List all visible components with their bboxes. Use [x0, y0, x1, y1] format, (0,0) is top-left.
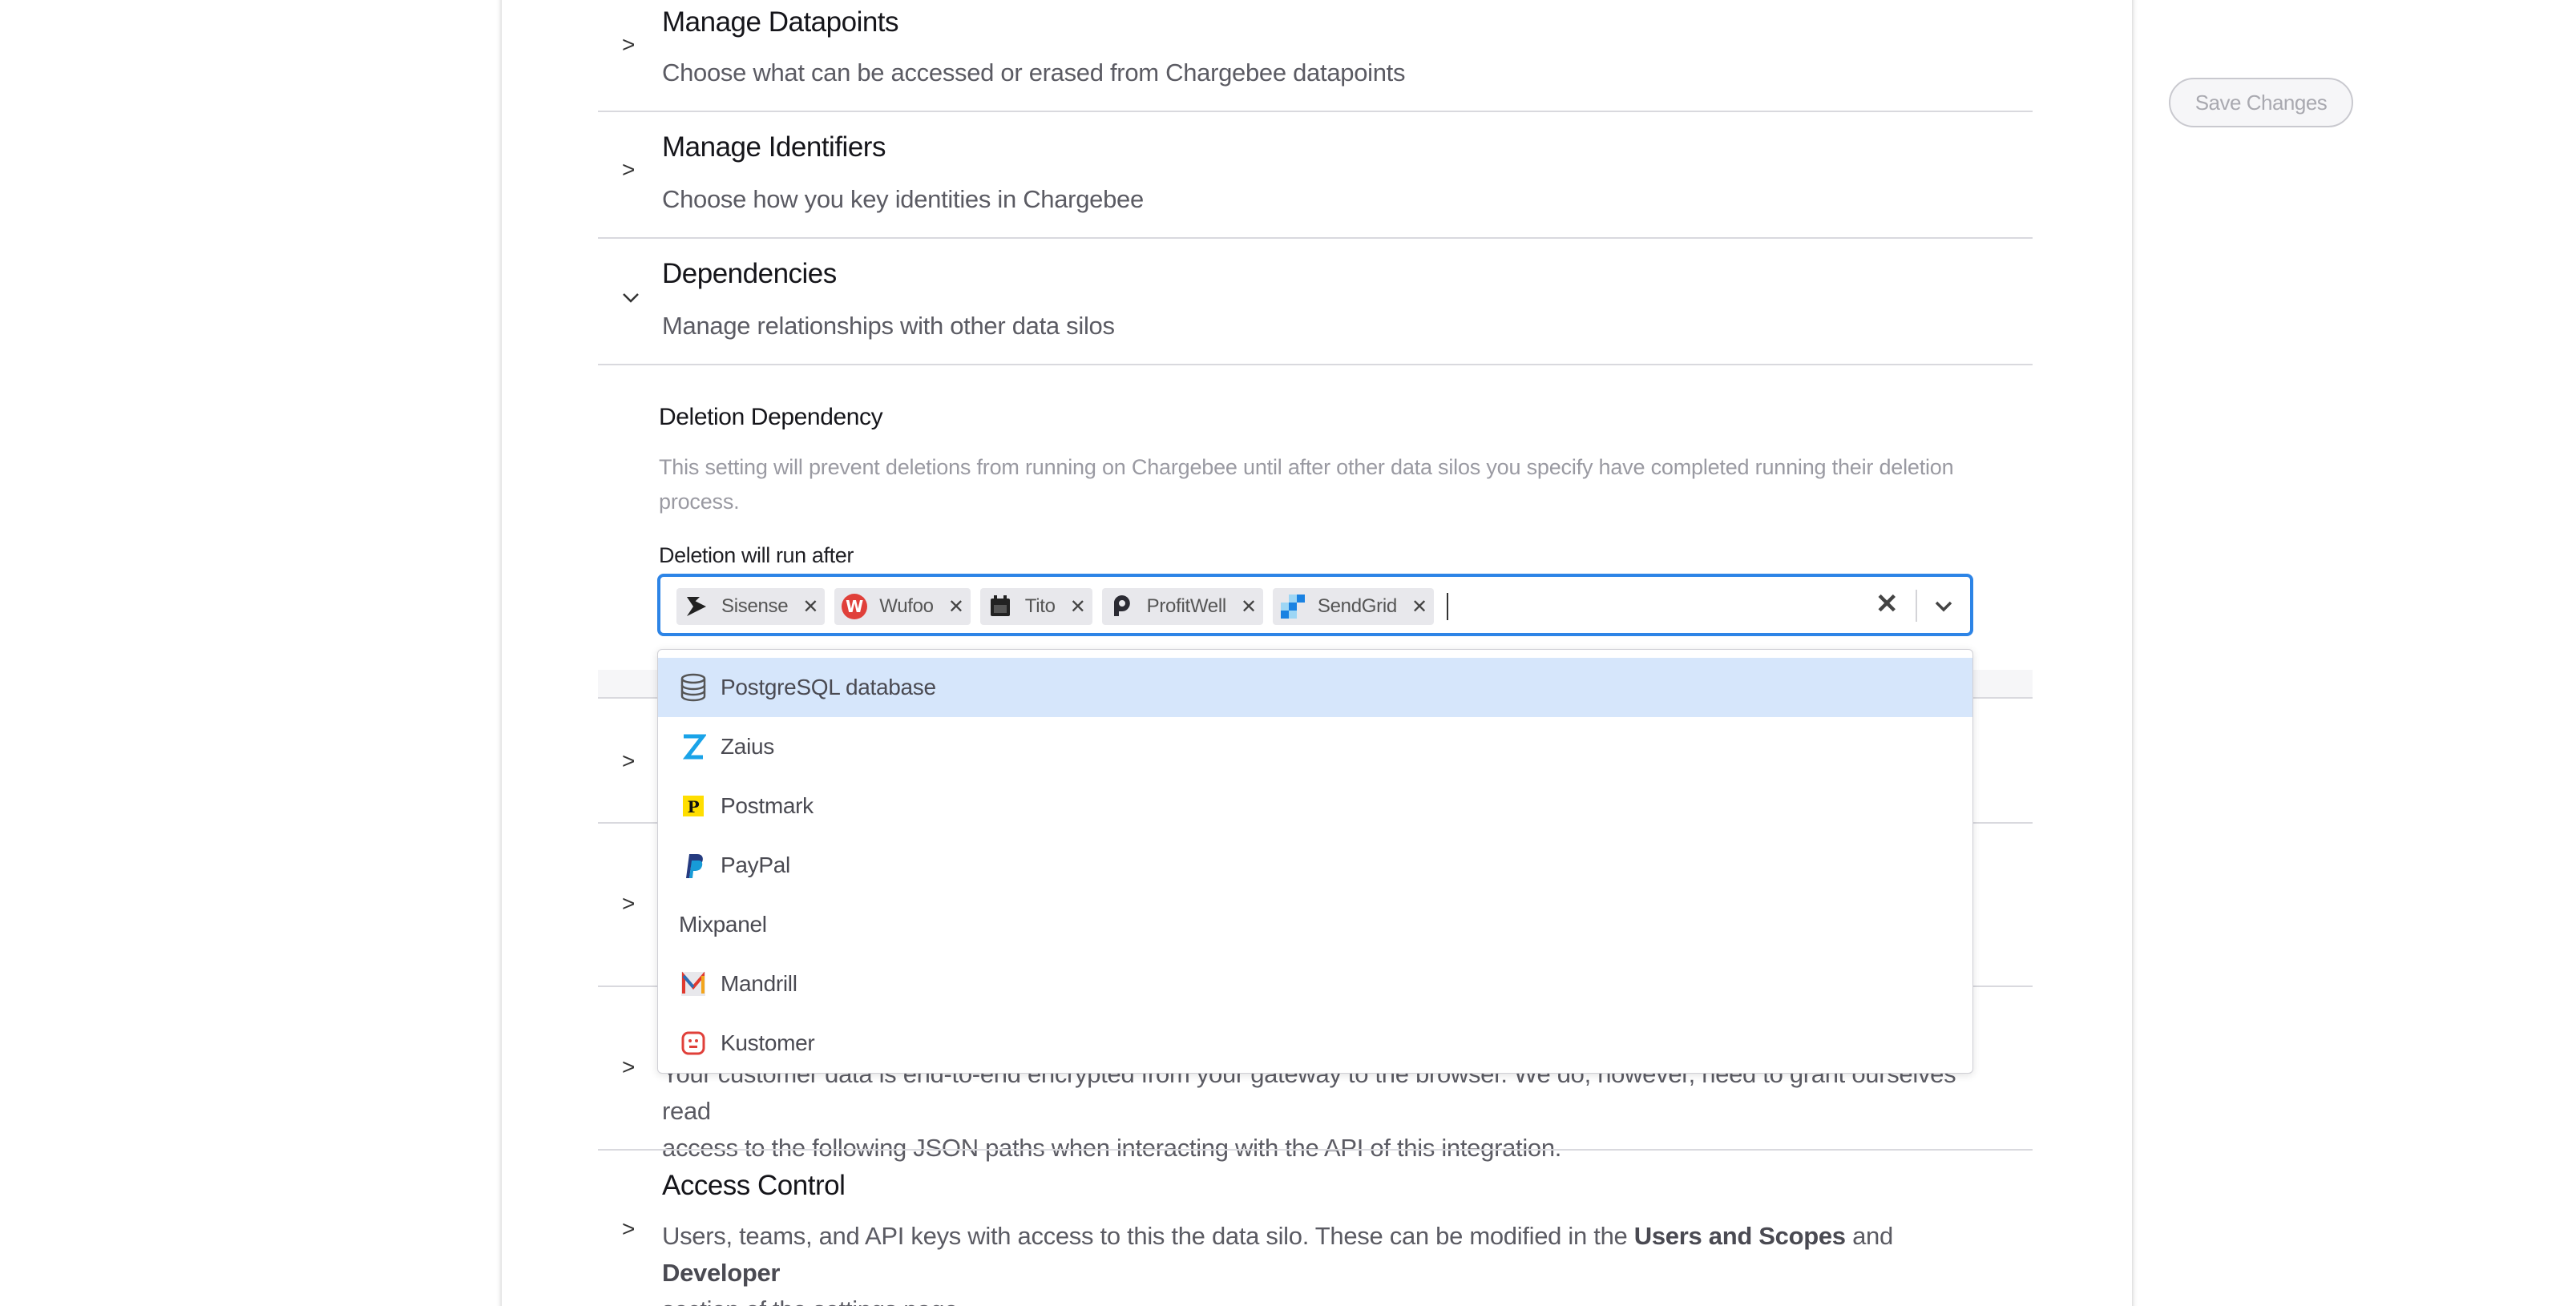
clear-all-icon[interactable]: ✕ [1875, 588, 1899, 620]
option-label: Postmark [721, 793, 814, 818]
deletion-dependency-help: This setting will prevent deletions from… [659, 450, 1973, 519]
option-zaius[interactable]: Zaius [658, 717, 1972, 776]
remove-chip-icon[interactable]: ✕ [802, 595, 818, 619]
remove-chip-icon[interactable]: ✕ [1241, 595, 1257, 619]
section-description: Users, teams, and API keys with access t… [662, 1218, 2009, 1306]
chevron-right-icon: > [622, 1054, 636, 1079]
option-postgresql[interactable]: PostgreSQL database [658, 658, 1972, 717]
deletion-run-after-label: Deletion will run after [659, 543, 854, 567]
section-title: Dependencies [662, 258, 837, 289]
chip-label: Sisense [721, 595, 789, 617]
sendgrid-icon [1279, 593, 1306, 620]
chevron-right-icon: > [622, 1216, 636, 1241]
chip-label: SendGrid [1317, 595, 1397, 617]
dependency-options-menu: PostgreSQL database Zaius P Postmark Pay… [657, 649, 1973, 1074]
deletion-dependency-select[interactable]: Sisense ✕ W Wufoo ✕ Tito ✕ ProfitWell ✕ [657, 574, 1973, 636]
svg-text:P: P [688, 797, 700, 816]
chevron-down-icon [622, 284, 640, 309]
deletion-dependency-title: Deletion Dependency [659, 404, 883, 430]
chip-label: ProfitWell [1146, 595, 1227, 617]
selected-chips: Sisense ✕ W Wufoo ✕ Tito ✕ ProfitWell ✕ [676, 588, 1448, 625]
desc-line: section of the settings page. [662, 1292, 2009, 1306]
option-paypal[interactable]: PayPal [658, 836, 1972, 895]
mandrill-icon [679, 969, 708, 998]
section-description: Choose how you key identities in Chargeb… [662, 185, 1144, 213]
manage-datapoints-section[interactable]: > Manage Datapoints Choose what can be a… [598, 0, 2033, 112]
option-label: Mandrill [721, 971, 797, 996]
chip-wufoo: W Wufoo ✕ [834, 588, 971, 625]
chevron-right-icon: > [622, 748, 636, 773]
tito-icon [987, 593, 1014, 620]
wufoo-icon: W [841, 593, 868, 620]
kustomer-icon [679, 1029, 708, 1058]
option-mandrill[interactable]: Mandrill [658, 954, 1972, 1014]
paypal-icon [679, 851, 708, 880]
text-cursor [1446, 593, 1448, 620]
chip-profitwell: ProfitWell ✕ [1101, 588, 1263, 625]
chevron-right-icon: > [622, 32, 636, 57]
option-label: Kustomer [721, 1030, 815, 1055]
svg-text:W: W [846, 597, 863, 616]
section-title: Access Control [662, 1170, 846, 1201]
remove-chip-icon[interactable]: ✕ [1411, 595, 1427, 619]
chevron-right-icon: > [622, 157, 636, 182]
help-line: process. [659, 490, 740, 514]
help-line: This setting will prevent deletions from… [659, 455, 1954, 479]
divider [598, 364, 2033, 365]
option-mixpanel[interactable]: Mixpanel [658, 895, 1972, 954]
chip-label: Wufoo [879, 595, 934, 617]
dependencies-section[interactable]: Dependencies Manage relationships with o… [598, 239, 2033, 365]
desc-text: and [1845, 1222, 1893, 1250]
option-postmark[interactable]: P Postmark [658, 776, 1972, 836]
chip-tito: Tito ✕ [979, 588, 1092, 625]
option-label: Zaius [721, 734, 774, 759]
chip-sisense: Sisense ✕ [676, 588, 826, 625]
zaius-icon [679, 732, 708, 761]
chip-label: Tito [1024, 595, 1056, 617]
desc-text: Users, teams, and API keys with access t… [662, 1222, 1634, 1250]
manage-identifiers-section[interactable]: > Manage Identifiers Choose how you key … [598, 112, 2033, 239]
section-description: Manage relationships with other data sil… [662, 312, 1115, 340]
remove-chip-icon[interactable]: ✕ [948, 595, 964, 619]
section-title: Manage Datapoints [662, 6, 899, 38]
remove-chip-icon[interactable]: ✕ [1070, 595, 1086, 619]
option-label: PayPal [721, 853, 790, 877]
option-label: Mixpanel [679, 912, 767, 937]
section-title: Manage Identifiers [662, 131, 886, 163]
profitwell-icon [1108, 593, 1136, 620]
section-description: Choose what can be accessed or erased fr… [662, 58, 1406, 87]
option-kustomer[interactable]: Kustomer [658, 1014, 1972, 1073]
postmark-icon: P [679, 792, 708, 820]
developer-link[interactable]: Developer [662, 1259, 781, 1287]
users-and-scopes-link[interactable]: Users and Scopes [1634, 1222, 1846, 1250]
access-control-section[interactable]: > Access Control Users, teams, and API k… [598, 1151, 2033, 1306]
chevron-right-icon: > [622, 891, 636, 916]
chevron-down-icon[interactable] [1932, 595, 1956, 619]
save-changes-button[interactable]: Save Changes [2169, 78, 2353, 127]
sisense-icon [683, 593, 710, 620]
option-label: PostgreSQL database [721, 675, 936, 699]
indicator-separator [1916, 590, 1917, 622]
desc-line: Users, teams, and API keys with access t… [662, 1218, 2009, 1292]
chip-sendgrid: SendGrid ✕ [1272, 588, 1434, 625]
database-icon [679, 673, 708, 702]
